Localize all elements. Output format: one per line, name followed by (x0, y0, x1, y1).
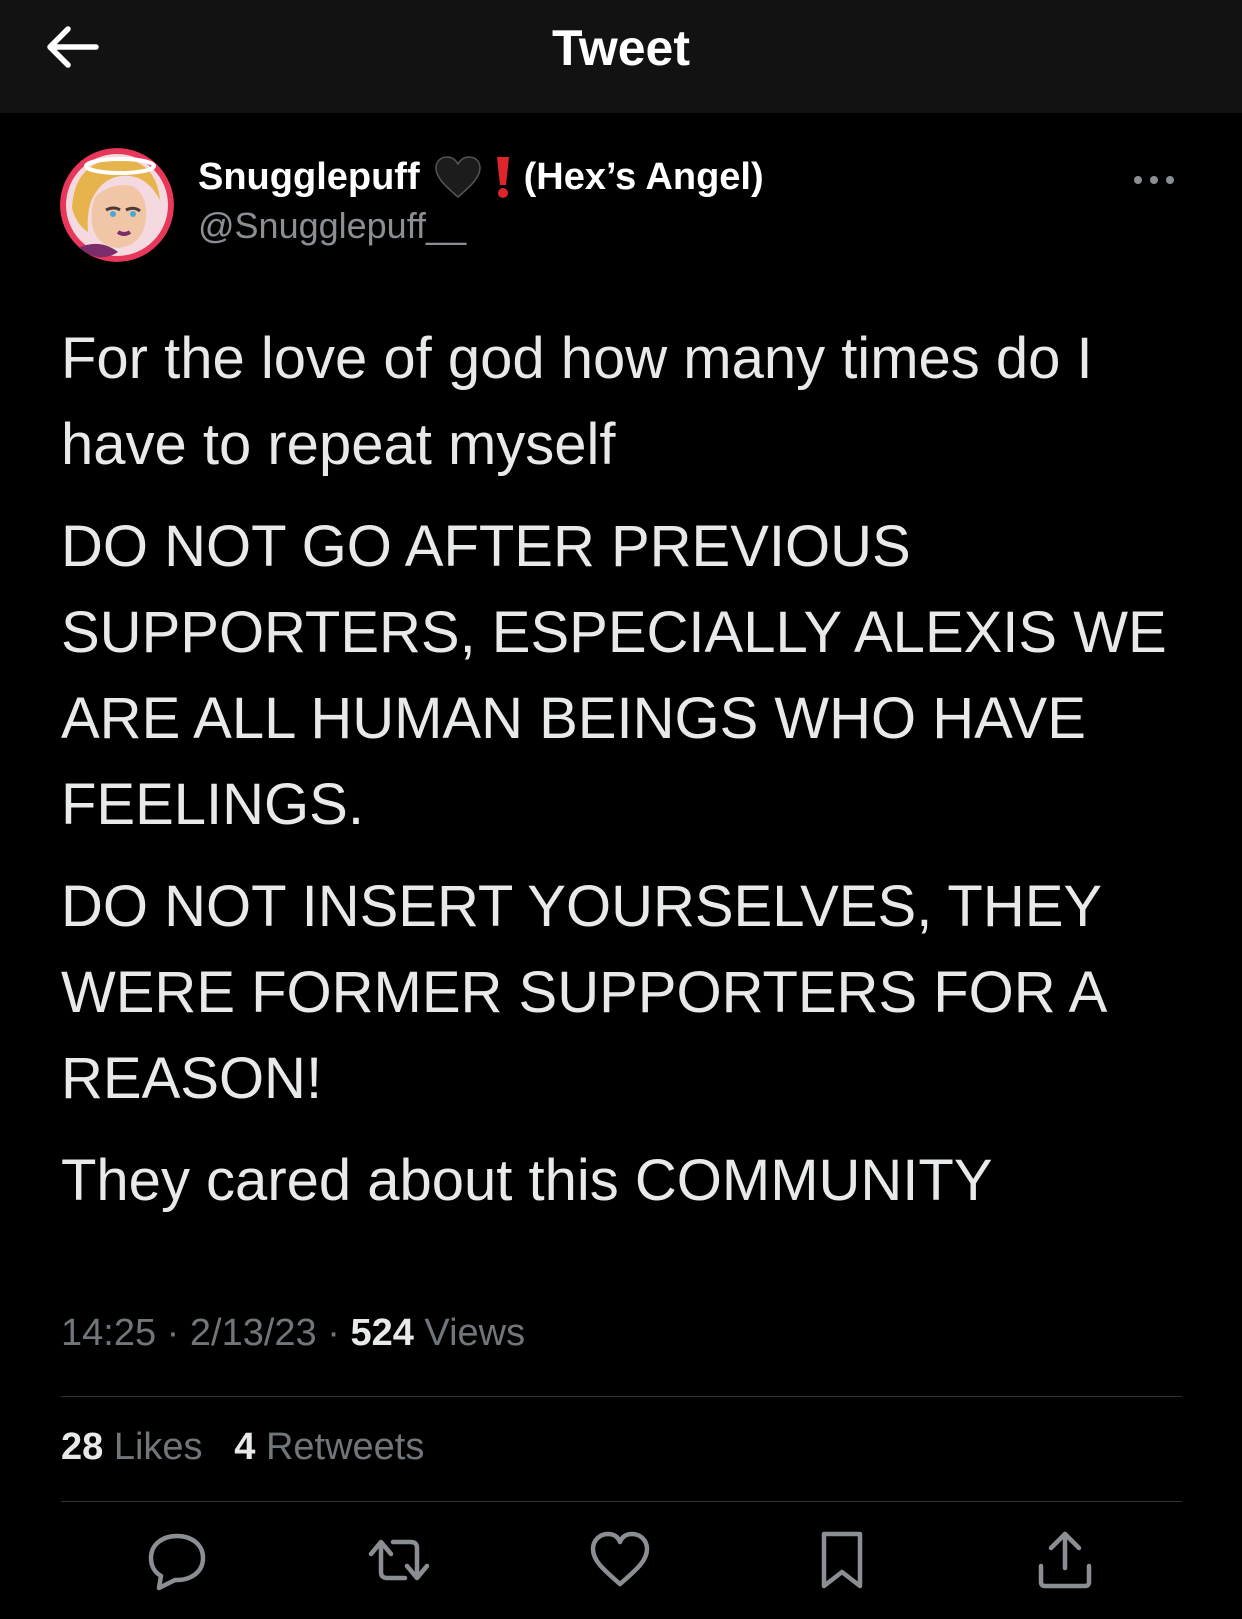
tweet-time: 14:25 (61, 1312, 157, 1354)
likes-stat[interactable]: 28 Likes (61, 1426, 213, 1468)
page-title: Tweet (552, 19, 690, 76)
action-bar (0, 1528, 1242, 1598)
retweets-label: Retweets (265, 1426, 425, 1468)
more-options-button[interactable] (1130, 168, 1178, 192)
divider (61, 1501, 1182, 1502)
back-button[interactable] (40, 20, 110, 76)
user-handle: @Snugglepuff__ (198, 205, 467, 246)
divider (61, 1396, 1182, 1397)
retweets-count: 4 (234, 1426, 256, 1468)
like-button[interactable] (588, 1528, 652, 1592)
reply-icon (148, 1533, 206, 1591)
black-heart-icon (434, 156, 481, 198)
bookmark-button[interactable] (810, 1528, 874, 1592)
separator: · (327, 1312, 340, 1354)
share-button[interactable] (1033, 1528, 1097, 1592)
tweet-stats: 28 Likes 4 Retweets (61, 1426, 424, 1469)
tweet-paragraph: DO NOT GO AFTER PREVIOUS SUPPORTERS, ESP… (61, 514, 1167, 837)
display-name-suffix: (Hex’s Angel) (523, 155, 764, 198)
share-icon (1038, 1531, 1092, 1589)
exclamation-icon (496, 157, 509, 198)
retweet-icon (368, 1539, 430, 1581)
display-name: Snugglepuff (Hex’s Angel) (198, 155, 764, 199)
bookmark-icon (821, 1531, 863, 1589)
top-bar: Tweet (0, 0, 1242, 113)
avatar[interactable] (60, 148, 174, 262)
tweet-paragraph: For the love of god how many times do I … (61, 326, 1093, 477)
tweet-paragraph: They cared about this COMMUNITY (61, 1148, 993, 1213)
tweet-meta: 14:25 · 2/13/23 · 524 Views (61, 1312, 525, 1355)
avatar-image (60, 148, 174, 262)
like-icon (590, 1531, 650, 1587)
tweet-text: For the love of god how many times do I … (61, 316, 1191, 1240)
tweet-paragraph: DO NOT INSERT YOURSELVES, THEY WERE FORM… (61, 874, 1105, 1111)
likes-count: 28 (61, 1426, 104, 1468)
display-name-text: Snugglepuff (198, 155, 420, 198)
arrow-left-icon (47, 26, 99, 68)
separator: · (166, 1312, 180, 1354)
views-label: Views (424, 1312, 526, 1354)
tweet-date: 2/13/23 (189, 1312, 317, 1354)
retweet-button[interactable] (367, 1528, 431, 1592)
author-info[interactable]: Snugglepuff (Hex’s Angel) @Snugglepuff__ (198, 155, 764, 247)
retweets-stat[interactable]: 4 Retweets (234, 1426, 424, 1468)
more-icon (1134, 176, 1174, 184)
reply-button[interactable] (145, 1528, 209, 1592)
likes-label: Likes (113, 1426, 203, 1468)
views-count: 524 (350, 1312, 414, 1354)
